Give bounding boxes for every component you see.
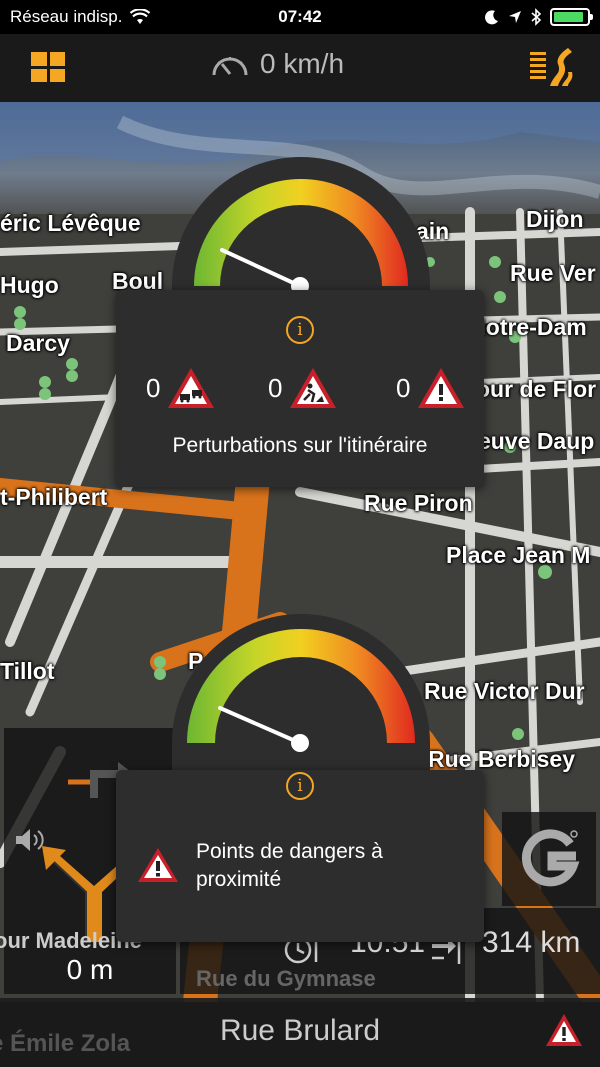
- speed-display: 0 km/h: [210, 48, 344, 80]
- street-label: Rue Ver: [510, 260, 596, 286]
- moon-icon: [485, 10, 498, 25]
- danger-zones-popup: i Points de dangers à proximité: [116, 770, 484, 942]
- danger-title-line2: proximité: [196, 868, 282, 891]
- street-label: Hugo: [0, 272, 59, 298]
- street-label: our de Flor: [476, 376, 597, 402]
- roadworks-count: 0: [268, 372, 283, 403]
- street-label: euve Daup: [478, 428, 595, 454]
- street-label: éric Lévêque: [0, 210, 141, 236]
- gymnase-street-label: Rue du Gymnase: [196, 966, 376, 991]
- roadworks-icon: [290, 368, 337, 408]
- recalculate-button[interactable]: [502, 812, 596, 906]
- street-label: Tillot: [0, 658, 55, 684]
- exclamation-warning-icon: [418, 368, 465, 408]
- danger-title-line1: Points de dangers à: [196, 840, 383, 863]
- street-label: Rue Piron: [364, 490, 473, 516]
- speedometer-icon: [212, 57, 248, 76]
- speed-value: 0 km/h: [260, 48, 345, 79]
- congestion-count: 0: [146, 372, 161, 403]
- street-label: Rue Victor Dur: [424, 678, 585, 704]
- danger-popup-title: Points de dangers à proximité: [196, 838, 456, 894]
- traffic-jam-icon: [168, 368, 215, 408]
- info-icon[interactable]: i: [286, 316, 314, 344]
- street-label: Place Jean M: [446, 542, 591, 568]
- distance-to-turn: 0 m: [66, 954, 114, 985]
- street-label: t-Philibert: [0, 484, 108, 510]
- danger-counter: 0: [396, 366, 466, 410]
- danger-warning-icon: [138, 848, 178, 882]
- street-label: Darcy: [6, 330, 70, 356]
- current-street-label: Rue Brulard: [219, 1014, 381, 1047]
- danger-gauge: [172, 612, 430, 772]
- status-time: 07:42: [278, 7, 322, 26]
- recalculate-icon: [521, 829, 580, 887]
- menu-grid-button[interactable]: [31, 52, 65, 82]
- route-list-button[interactable]: [528, 44, 574, 90]
- remaining-distance: 314 km: [482, 926, 581, 959]
- traffic-gauge: [172, 132, 430, 292]
- wifi-icon: [130, 9, 151, 24]
- info-icon[interactable]: i: [286, 772, 314, 800]
- top-app-bar: 0 km/h: [0, 34, 600, 102]
- location-arrow-icon: [509, 11, 521, 23]
- roadworks-counter: 0: [268, 366, 338, 410]
- warning-triangle-button[interactable]: [544, 1012, 584, 1048]
- status-bar: Réseau indisp. 07:42: [0, 0, 600, 34]
- bluetooth-icon: [531, 8, 542, 26]
- current-street-bar: e Émile Zola Rue Brulard: [0, 998, 600, 1067]
- danger-count: 0: [396, 372, 411, 403]
- traffic-disturbances-popup: i 0 0 0 Perturbations sur l'itinéraire: [116, 290, 484, 487]
- congestion-counter: 0: [146, 366, 216, 410]
- traffic-popup-title: Perturbations sur l'itinéraire: [172, 434, 428, 457]
- street-label: Rue Berbisey: [428, 746, 576, 772]
- carrier-label: Réseau indisp.: [10, 7, 123, 26]
- battery-icon: [550, 8, 593, 26]
- street-label: Dijon: [526, 206, 584, 232]
